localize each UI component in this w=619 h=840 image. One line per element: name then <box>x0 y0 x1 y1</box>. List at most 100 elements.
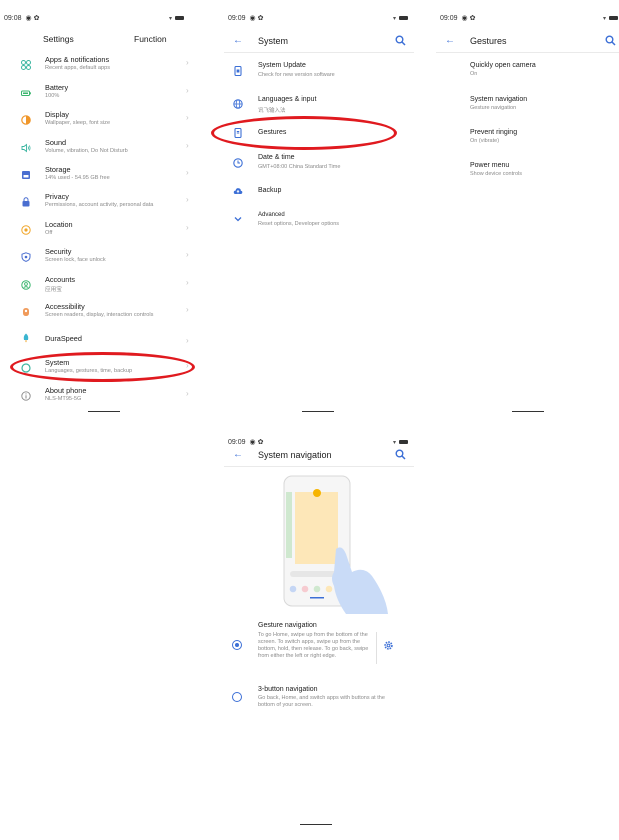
settings-item-privacy[interactable]: Privacy Permissions, account activity, p… <box>0 191 200 217</box>
nav-option-title: Gesture navigation <box>258 622 317 629</box>
settings-item-subtitle: Wallpaper, sleep, font size <box>45 120 111 126</box>
settings-item-storage[interactable]: Storage 14% used - 54.95 GB free › <box>0 164 200 190</box>
chevron-down-icon <box>234 217 242 222</box>
gesture-bar[interactable] <box>300 824 332 825</box>
rocket-icon <box>23 333 29 343</box>
settings-item-security[interactable]: Security Screen lock, face unlock › <box>0 246 200 272</box>
gesture-item-subtitle: On (vibrate) <box>470 138 500 144</box>
settings-item-subtitle: 应用宝 <box>45 287 62 293</box>
radio-gesture-navigation[interactable] <box>232 640 242 650</box>
annotation-circle-system <box>10 352 195 382</box>
cloud-upload-icon <box>233 188 243 194</box>
system-item-title: System Update <box>258 62 306 69</box>
settings-screen: 09:08 ◉ ✿ ▾ Settings Function Apps & not… <box>0 0 190 412</box>
gesture-bar[interactable] <box>512 411 544 412</box>
gesture-item-camera[interactable]: Quickly open camera On <box>470 62 536 77</box>
settings-item-title: Battery <box>45 83 69 92</box>
system-item-title: Date & time <box>258 154 295 161</box>
page-title: Gestures <box>470 36 507 46</box>
settings-item-sound[interactable]: Sound Volume, vibration, Do Not Disturb … <box>0 137 200 163</box>
settings-item-subtitle: Permissions, account activity, personal … <box>45 202 154 208</box>
gesture-bar[interactable] <box>302 411 334 412</box>
divider <box>376 632 377 664</box>
tab-function[interactable]: Function <box>134 34 167 44</box>
status-notification-icons: ◉ ✿ <box>249 15 264 22</box>
globe-icon <box>233 99 243 109</box>
search-icon[interactable] <box>605 35 616 46</box>
system-item-title: Languages & input <box>258 96 317 103</box>
settings-item-title: About phone <box>45 386 87 395</box>
settings-item-subtitle: 14% used - 54.95 GB free <box>45 175 110 181</box>
gesture-bar[interactable] <box>88 411 120 412</box>
settings-item-display[interactable]: Display Wallpaper, sleep, font size › <box>0 109 200 135</box>
gear-icon[interactable] <box>383 640 394 651</box>
back-arrow-icon[interactable]: ← <box>233 35 243 46</box>
chevron-right-icon: › <box>186 113 189 122</box>
settings-item-title: Accessibility <box>45 302 85 311</box>
settings-item-subtitle: 100% <box>45 93 60 99</box>
system-item-subtitle: Reset options, Developer options <box>258 221 340 227</box>
chevron-right-icon: › <box>186 86 189 95</box>
settings-item-title: Storage <box>45 165 71 174</box>
app-bar: ← System <box>224 35 414 53</box>
settings-item-subtitle: Screen readers, display, interaction con… <box>45 312 154 318</box>
settings-item-title: Display <box>45 110 69 119</box>
gesture-item-system-navigation[interactable]: System navigation Gesture navigation <box>470 96 527 111</box>
page-title: System navigation <box>258 450 332 460</box>
back-arrow-icon[interactable]: ← <box>233 449 243 460</box>
status-bar: 09:09 ◉ ✿ ▾ <box>228 14 408 22</box>
gesture-item-subtitle: Gesture navigation <box>470 105 517 111</box>
gesture-item-power-menu[interactable]: Power menu Show device controls <box>470 162 522 177</box>
system-item-subtitle: Check for new version software <box>258 72 335 78</box>
settings-item-battery[interactable]: Battery 100% › <box>0 82 200 108</box>
chevron-right-icon: › <box>186 223 189 232</box>
gesture-item-subtitle: Show device controls <box>470 171 522 177</box>
status-notification-icons: ◉ ✿ <box>25 15 40 22</box>
settings-item-about[interactable]: About phone NLS-MT95-5G › <box>0 385 200 411</box>
settings-item-subtitle: Screen lock, face unlock <box>45 257 106 263</box>
settings-item-title: Location <box>45 220 73 229</box>
annotation-circle-gestures <box>211 116 397 150</box>
settings-item-accounts[interactable]: Accounts 应用宝 › <box>0 274 200 300</box>
battery-status-icon <box>399 16 408 20</box>
battery-status-icon <box>609 16 618 20</box>
settings-item-title: Apps & notifications <box>45 55 110 64</box>
chevron-right-icon: › <box>186 195 189 204</box>
system-item-title: Advanced <box>258 212 285 218</box>
status-time: 09:09 <box>228 438 246 446</box>
gesture-item-title: Power menu <box>470 162 510 169</box>
search-icon[interactable] <box>395 449 406 460</box>
settings-item-subtitle: NLS-MT95-5G <box>45 396 82 402</box>
info-icon <box>21 391 31 401</box>
gesture-navigation-illustration <box>283 475 388 614</box>
system-navigation-screen: 09:09 ◉ ✿ ▾ ← System navigation Gesture … <box>224 424 414 834</box>
system-item-subtitle: 讯飞输入法 <box>258 108 286 114</box>
chevron-right-icon: › <box>186 168 189 177</box>
settings-item-subtitle: Off <box>45 230 53 236</box>
settings-item-location[interactable]: Location Off › <box>0 219 200 245</box>
page-title: System <box>258 36 289 46</box>
storage-icon <box>22 171 30 179</box>
privacy-icon <box>22 197 30 207</box>
status-time: 09:08 <box>4 14 22 22</box>
status-system-icons: ▾ <box>169 15 184 22</box>
battery-status-icon <box>175 16 184 20</box>
gesture-item-prevent-ringing[interactable]: Prevent ringing On (vibrate) <box>470 129 517 144</box>
system-item-subtitle: GMT+08:00 China Standard Time <box>258 164 341 170</box>
settings-item-apps[interactable]: Apps & notifications Recent apps, defaul… <box>0 54 200 80</box>
status-time: 09:09 <box>440 14 458 22</box>
apps-icon <box>21 60 31 70</box>
app-bar: ← Gestures <box>436 35 619 53</box>
search-icon[interactable] <box>395 35 406 46</box>
accounts-icon <box>21 280 31 290</box>
chevron-right-icon: › <box>186 278 189 287</box>
tab-settings[interactable]: Settings <box>43 34 74 44</box>
chevron-right-icon: › <box>186 58 189 67</box>
nav-option-description: To go Home, swipe up from the bottom of … <box>258 632 369 659</box>
status-notification-icons: ◉ ✿ <box>461 15 476 22</box>
battery-icon <box>21 90 31 96</box>
settings-item-title: Accounts <box>45 275 76 284</box>
settings-item-accessibility[interactable]: Accessibility Screen readers, display, i… <box>0 301 200 327</box>
radio-3-button-navigation[interactable] <box>232 692 242 702</box>
back-arrow-icon[interactable]: ← <box>445 35 455 46</box>
